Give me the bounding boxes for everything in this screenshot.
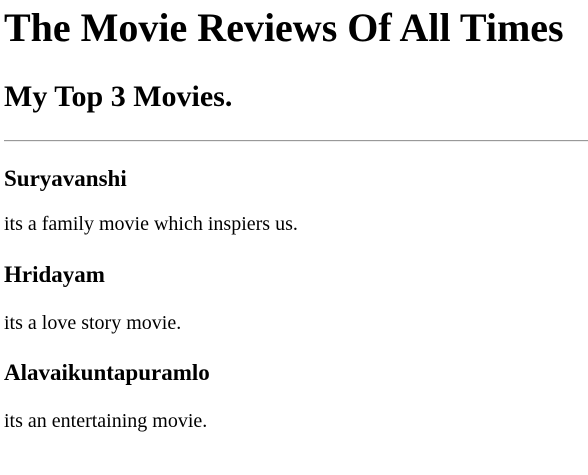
movie-title: Hridayam — [4, 262, 105, 287]
page-title: The Movie Reviews Of All Times — [4, 5, 564, 50]
movie-review: its a family movie which inspiers us. — [4, 213, 298, 235]
page-subtitle: My Top 3 Movies. — [4, 80, 233, 113]
movie-title: Suryavanshi — [4, 166, 127, 191]
movie-review: its a love story movie. — [4, 312, 182, 334]
movie-review: its an entertaining movie. — [4, 410, 208, 432]
movie-title: Alavaikuntapuramlo — [4, 360, 210, 385]
divider — [4, 140, 588, 142]
